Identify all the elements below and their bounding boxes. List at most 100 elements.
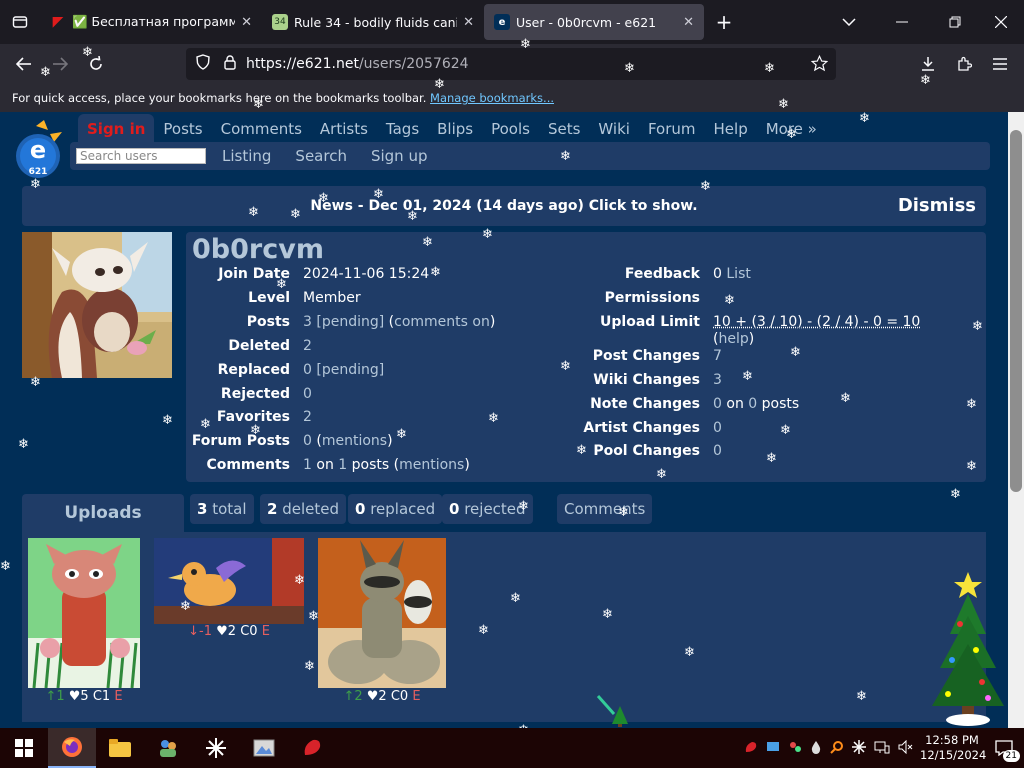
url-bar[interactable]: https://e621.net/users/2057624 xyxy=(186,48,836,80)
post-changes-link[interactable]: 7 xyxy=(713,348,722,364)
nav-help[interactable]: Help xyxy=(705,114,757,144)
tab-overview-icon[interactable] xyxy=(0,0,40,44)
snowflake-icon: ❄ xyxy=(950,487,961,502)
vpn-app-icon[interactable] xyxy=(288,728,336,768)
comments-on-link[interactable]: comments on xyxy=(394,314,490,330)
app-tray-icon[interactable] xyxy=(788,740,802,757)
uploads-replaced-button[interactable]: 0 replaced xyxy=(348,494,443,524)
restore-icon[interactable] xyxy=(932,0,978,44)
nav-pools[interactable]: Pools xyxy=(482,114,539,144)
snowflake-icon: ❄ xyxy=(290,207,301,222)
list-all-tabs-icon[interactable] xyxy=(826,0,872,44)
user-avatar[interactable] xyxy=(22,232,172,378)
new-tab-button[interactable]: + xyxy=(704,0,744,44)
search-users-input[interactable]: Search users xyxy=(76,148,206,164)
news-banner[interactable]: News - Dec 01, 2024 (14 days ago) Click … xyxy=(22,186,986,226)
favorites-count-link[interactable]: 2 xyxy=(303,409,312,425)
nav-artists[interactable]: Artists xyxy=(311,114,377,144)
snowflake-icon: ❄ xyxy=(422,235,433,250)
lock-icon[interactable] xyxy=(224,54,246,74)
forum-mentions-link[interactable]: mentions xyxy=(322,433,387,449)
post-thumbnail[interactable] xyxy=(318,538,446,688)
sparkle-app-icon[interactable] xyxy=(192,728,240,768)
nav-forum[interactable]: Forum xyxy=(639,114,705,144)
replaced-pending-link[interactable]: [pending] xyxy=(316,362,384,378)
tracking-shield-icon[interactable] xyxy=(196,54,214,74)
bookmark-star-icon[interactable] xyxy=(810,54,829,76)
stat-label: Permissions xyxy=(604,290,700,306)
browser-tab-bar: ◤ ✅ Бесплатная программа Ru ✕ 34 Rule 34… xyxy=(0,0,1024,44)
uploads-total-button[interactable]: 3 total xyxy=(190,494,254,524)
e621-logo-icon[interactable]: e 621 xyxy=(14,120,66,182)
sparkle-tray-icon[interactable] xyxy=(852,739,866,757)
subnav-sign-up[interactable]: Sign up xyxy=(359,147,440,165)
uploads-deleted-button[interactable]: 2 deleted xyxy=(260,494,346,524)
people-app-icon[interactable] xyxy=(144,728,192,768)
uploads-comments-button[interactable]: Comments xyxy=(557,494,653,524)
subnav-search[interactable]: Search xyxy=(283,147,359,165)
replaced-count-link[interactable]: 0 xyxy=(303,362,312,378)
note-changes-link[interactable]: 0 xyxy=(713,396,722,412)
nav-posts[interactable]: Posts xyxy=(154,114,211,144)
rejected-count-link[interactable]: 0 xyxy=(303,386,312,402)
wiki-changes-link[interactable]: 3 xyxy=(713,372,722,388)
comments-count-link[interactable]: 1 xyxy=(303,457,312,473)
notifications-icon[interactable]: 21 xyxy=(984,728,1024,768)
subnav-listing[interactable]: Listing xyxy=(210,147,283,165)
close-tab-icon[interactable]: ✕ xyxy=(463,15,474,30)
close-window-icon[interactable] xyxy=(978,0,1024,44)
taskbar-clock[interactable]: 12:58 PM 12/15/2024 xyxy=(920,733,986,763)
monitor-tray-icon[interactable] xyxy=(766,740,780,757)
browser-tab[interactable]: 34 Rule 34 - bodily fluids canid car ✕ xyxy=(262,4,484,40)
menu-hamburger-icon[interactable] xyxy=(982,46,1018,82)
manage-bookmarks-link[interactable]: Manage bookmarks... xyxy=(430,91,554,105)
minimize-icon[interactable] xyxy=(872,0,932,44)
noted-posts-link[interactable]: 0 xyxy=(748,396,757,412)
close-tab-icon[interactable]: ✕ xyxy=(683,15,694,30)
photos-app-icon[interactable] xyxy=(240,728,288,768)
stat-row-feedback: Feedback 0 List xyxy=(506,266,976,288)
windows-start-icon[interactable] xyxy=(0,728,48,768)
nav-comments[interactable]: Comments xyxy=(212,114,311,144)
post-stats: ↑2 ♥2 C0 E xyxy=(318,689,446,705)
network-icon[interactable] xyxy=(874,740,890,757)
artist-changes-link[interactable]: 0 xyxy=(713,420,722,436)
nav-sets[interactable]: Sets xyxy=(539,114,589,144)
nav-wiki[interactable]: Wiki xyxy=(589,114,639,144)
nav-tags[interactable]: Tags xyxy=(377,114,428,144)
posts-count-link[interactable]: 3 xyxy=(303,314,312,330)
extensions-icon[interactable] xyxy=(946,46,982,82)
scrollbar-thumb[interactable] xyxy=(1010,130,1022,492)
news-text[interactable]: News - Dec 01, 2024 (14 days ago) Click … xyxy=(22,198,986,214)
search-tray-icon[interactable] xyxy=(830,740,844,757)
nav-sign-in[interactable]: Sign in xyxy=(78,114,155,144)
deleted-count-link[interactable]: 2 xyxy=(303,338,312,354)
comment-mentions-link[interactable]: mentions xyxy=(399,457,464,473)
browser-tab[interactable]: ◤ ✅ Бесплатная программа Ru ✕ xyxy=(40,4,262,40)
upload-limit-help-link[interactable]: help xyxy=(718,331,748,347)
url-text[interactable]: https://e621.net/users/2057624 xyxy=(246,56,469,72)
feedback-list-link[interactable]: List xyxy=(726,266,750,282)
posts-pending-link[interactable]: [pending] xyxy=(316,314,384,330)
post-thumbnail[interactable] xyxy=(28,538,140,688)
snowflake-icon: ❄ xyxy=(30,375,41,390)
pool-changes-link[interactable]: 0 xyxy=(713,443,722,459)
uploads-heading[interactable]: Uploads xyxy=(22,494,184,532)
file-explorer-icon[interactable] xyxy=(96,728,144,768)
browser-tab-active[interactable]: e User - 0b0rcvm - e621 ✕ xyxy=(484,4,704,40)
vpn-tray-icon[interactable] xyxy=(744,740,758,757)
forum-posts-link[interactable]: 0 xyxy=(303,433,312,449)
firefox-taskbar-icon[interactable] xyxy=(48,728,96,768)
post-thumbnail[interactable] xyxy=(154,538,304,624)
drop-tray-icon[interactable] xyxy=(810,740,822,757)
snowflake-icon: ❄ xyxy=(966,459,977,474)
nav-blips[interactable]: Blips xyxy=(428,114,482,144)
snowflake-icon: ❄ xyxy=(618,505,629,520)
commented-posts-link[interactable]: 1 xyxy=(338,457,347,473)
dismiss-button[interactable]: Dismiss xyxy=(898,195,976,216)
volume-muted-icon[interactable] xyxy=(898,739,914,757)
close-tab-icon[interactable]: ✕ xyxy=(241,15,252,30)
back-arrow-icon[interactable] xyxy=(6,46,42,82)
tab-title: Rule 34 - bodily fluids canid car xyxy=(294,14,457,30)
stat-label: Join Date xyxy=(218,266,290,282)
